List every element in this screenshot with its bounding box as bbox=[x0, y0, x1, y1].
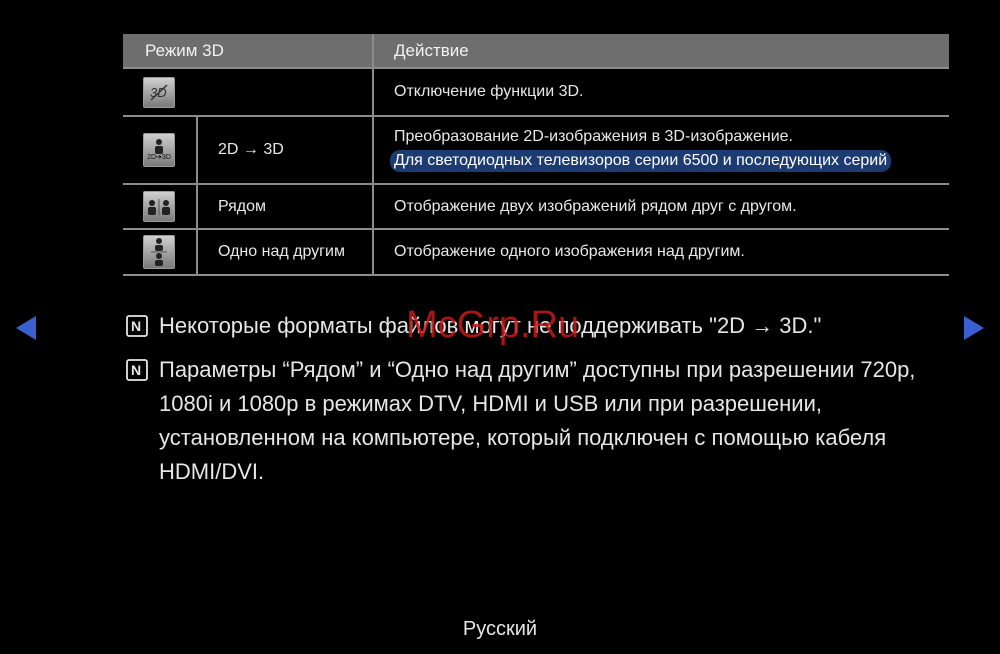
action-text: Отображение двух изображений рядом друг … bbox=[394, 197, 797, 215]
side-by-side-icon bbox=[143, 191, 175, 222]
mode-label: Рядом bbox=[218, 197, 267, 215]
3d-off-icon: 3D bbox=[143, 76, 175, 108]
series-note-badge: Для светодиодных телевизоров серии 6500 … bbox=[390, 150, 892, 172]
note-text: Параметры “Рядом” и “Одно над другим” до… bbox=[159, 357, 916, 484]
table-row: 3D Отключение функции 3D. bbox=[123, 69, 949, 117]
svg-text:N: N bbox=[131, 318, 141, 334]
modes-table: Режим 3D Действие 3D Отключение функции … bbox=[123, 34, 949, 276]
action-text: Преобразование 2D-изображения в 3D-изобр… bbox=[394, 128, 793, 145]
top-bottom-icon bbox=[143, 235, 175, 269]
action-text: Отображение одного изображения над други… bbox=[394, 243, 745, 260]
2d-to-3d-icon: 2D➔3D bbox=[143, 133, 175, 167]
mode-label: Одно над другим bbox=[218, 243, 345, 260]
next-page-arrow-icon[interactable] bbox=[964, 316, 984, 340]
header-action: Действие bbox=[394, 41, 469, 60]
svg-text:N: N bbox=[131, 362, 141, 378]
table-header: Режим 3D Действие bbox=[123, 34, 949, 69]
note-icon: N bbox=[126, 359, 148, 381]
mode-label: 2D → 3D bbox=[218, 141, 284, 158]
table-row: 2D➔3D 2D → 3D Преобразование 2D-изображе… bbox=[123, 117, 949, 185]
previous-page-arrow-icon[interactable] bbox=[16, 316, 36, 340]
language-label: Русский bbox=[462, 618, 538, 640]
table-row: Рядом Отображение двух изображений рядом… bbox=[123, 185, 949, 230]
note-icon: N bbox=[126, 315, 148, 337]
action-text: Отключение функции 3D. bbox=[394, 83, 584, 100]
table-row: Одно над другим Отображение одного изобр… bbox=[123, 230, 949, 276]
watermark: McGrp.Ru bbox=[406, 304, 580, 346]
header-mode: Режим 3D bbox=[145, 41, 224, 60]
